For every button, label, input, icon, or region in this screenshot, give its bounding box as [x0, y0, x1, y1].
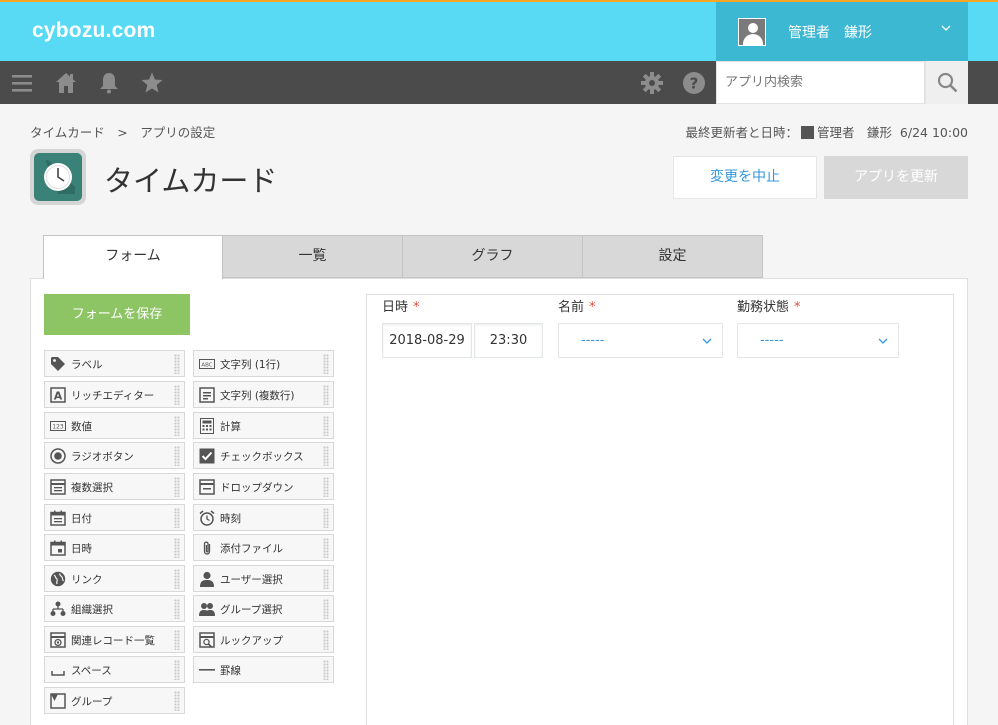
organization-icon — [50, 601, 66, 616]
svg-text:A: A — [54, 390, 63, 403]
palette-item-multi-line-text[interactable]: 文字列 (複数行) — [193, 381, 334, 408]
svg-text:ABC: ABC — [201, 363, 212, 369]
date-icon — [50, 510, 66, 526]
dropdown-icon — [199, 479, 215, 495]
svg-text:123: 123 — [52, 424, 64, 431]
required-mark: * — [413, 300, 420, 315]
save-form-button[interactable]: フォームを保存 — [44, 294, 190, 335]
palette-item-rich-editor[interactable]: A リッチエディター — [44, 381, 185, 408]
work-status-select[interactable]: ----- — [737, 323, 899, 358]
checkbox-icon — [199, 448, 215, 464]
cybozu-logo[interactable]: cybozu.com — [32, 19, 155, 43]
group-field-icon — [50, 693, 66, 709]
palette-item-attachment[interactable]: 添付ファイル — [193, 534, 334, 561]
palette-item-date[interactable]: 日付 — [44, 504, 185, 531]
help-icon[interactable]: ? — [682, 71, 706, 95]
tag-icon — [51, 357, 65, 371]
required-mark: * — [794, 300, 801, 315]
paperclip-icon — [203, 541, 211, 555]
star-icon[interactable] — [140, 71, 164, 95]
user-menu[interactable]: 管理者 鎌形 — [716, 2, 968, 61]
palette-item-link[interactable]: リンク — [44, 565, 185, 592]
multiline-icon — [199, 387, 215, 403]
palette-item-dropdown[interactable]: ドロップダウン — [193, 473, 334, 500]
palette-item-multi-select[interactable]: 複数選択 — [44, 473, 185, 500]
chevron-down-icon — [878, 338, 888, 344]
time-input[interactable]: 23:30 — [474, 323, 543, 358]
palette-item-time[interactable]: 時刻 — [193, 504, 334, 531]
bell-icon[interactable] — [97, 71, 121, 95]
palette-item-lookup[interactable]: ルックアップ — [193, 626, 334, 653]
home-icon[interactable] — [54, 71, 78, 95]
palette-item-radio[interactable]: ラジオボタン — [44, 442, 185, 469]
radio-icon — [50, 448, 66, 464]
globe-icon — [50, 571, 66, 587]
date-input[interactable]: 2018-08-29 — [382, 323, 472, 358]
tab-form[interactable]: フォーム — [43, 235, 223, 279]
rich-editor-icon: A — [50, 387, 66, 403]
abc-icon: ABC — [199, 359, 215, 369]
palette-item-calc[interactable]: 計算 — [193, 412, 334, 439]
updated-time: 6/24 10:00 — [899, 125, 968, 140]
palette-item-checkbox[interactable]: チェックボックス — [193, 442, 334, 469]
number-icon: 123 — [50, 421, 66, 431]
palette-item-single-line-text[interactable]: ABC 文字列 (1行) — [193, 350, 334, 377]
avatar — [738, 18, 766, 46]
last-updated: 最終更新者と日時： 管理者 鎌形 6/24 10:00 — [685, 122, 968, 141]
menu-icon[interactable] — [10, 71, 34, 95]
work-status-select-value: ----- — [760, 333, 784, 348]
palette-item-org-select[interactable]: 組織選択 — [44, 595, 185, 622]
updated-prefix: 最終更新者と日時： — [685, 125, 798, 140]
palette-item-datetime[interactable]: 日時 — [44, 534, 185, 561]
updated-user[interactable]: 管理者 鎌形 — [817, 125, 892, 140]
user-name: 管理者 鎌形 — [788, 25, 872, 41]
form-canvas[interactable] — [366, 294, 954, 725]
gear-icon[interactable] — [640, 71, 664, 95]
chevron-down-icon — [702, 338, 712, 344]
chevron-down-icon — [941, 25, 951, 31]
app-icon — [30, 149, 86, 205]
tab-list[interactable]: 一覧 — [222, 235, 403, 278]
multiselect-icon — [50, 479, 66, 495]
palette-item-label[interactable]: ラベル — [44, 350, 185, 377]
datetime-icon — [50, 540, 66, 556]
required-mark: * — [589, 300, 596, 315]
field-label-name[interactable]: 名前 * — [558, 296, 596, 315]
palette-item-group[interactable]: グループ — [44, 687, 185, 714]
svg-text:?: ? — [690, 75, 699, 93]
clock-icon — [199, 510, 215, 526]
palette-item-number[interactable]: 123 数値 — [44, 412, 185, 439]
line-icon — [199, 669, 215, 671]
space-icon — [51, 671, 65, 676]
page-title: タイムカード — [104, 164, 278, 198]
tab-graph[interactable]: グラフ — [402, 235, 583, 278]
related-records-icon — [50, 632, 66, 648]
search-icon — [937, 72, 958, 93]
clock-icon — [44, 160, 75, 194]
cancel-changes-button[interactable]: 変更を中止 — [673, 156, 817, 199]
search-button[interactable] — [925, 61, 968, 104]
name-select[interactable]: ----- — [558, 323, 723, 358]
top-bar: cybozu.com 管理者 鎌形 — [0, 2, 998, 61]
name-select-value: ----- — [581, 333, 605, 348]
group-icon — [199, 603, 215, 616]
nav-bar: ? — [0, 61, 998, 104]
field-label-datetime[interactable]: 日時 * — [382, 296, 420, 315]
calculator-icon — [200, 418, 214, 434]
palette-item-related-records[interactable]: 関連レコード一覧 — [44, 626, 185, 653]
user-icon — [200, 571, 214, 587]
breadcrumb[interactable]: タイムカード > アプリの設定 — [30, 122, 215, 141]
palette-item-group-select[interactable]: グループ選択 — [193, 595, 334, 622]
field-label-work-status[interactable]: 勤務状態 * — [737, 296, 801, 315]
search-input[interactable] — [716, 61, 925, 104]
tab-settings[interactable]: 設定 — [582, 235, 763, 278]
palette-item-user-select[interactable]: ユーザー選択 — [193, 565, 334, 592]
palette-item-border[interactable]: 罫線 — [193, 656, 334, 683]
user-mini-icon — [800, 126, 814, 139]
palette-item-space[interactable]: スペース — [44, 656, 185, 683]
lookup-icon — [199, 632, 215, 648]
update-app-button[interactable]: アプリを更新 — [824, 156, 968, 199]
